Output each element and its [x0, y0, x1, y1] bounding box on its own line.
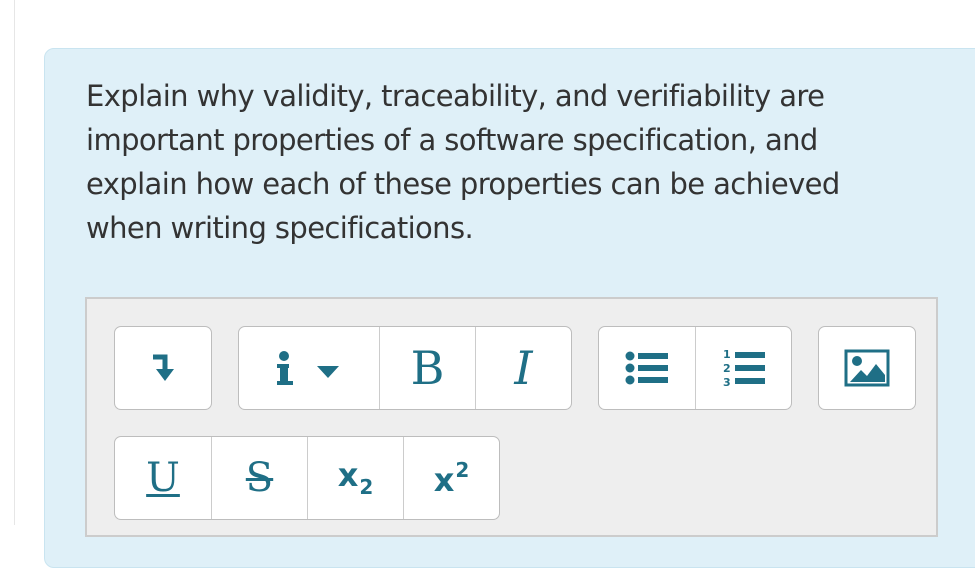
subscript-icon: x2 — [337, 456, 374, 499]
superscript-icon: x2 — [433, 458, 470, 499]
svg-text:3: 3 — [723, 376, 731, 389]
italic-icon: I — [514, 341, 533, 395]
numbered-list-icon: 1 2 3 — [723, 348, 765, 389]
toolbar-group-indent — [114, 326, 212, 410]
info-dropdown-icon — [277, 351, 339, 385]
bulleted-list-icon — [625, 351, 668, 385]
strikethrough-button[interactable]: S — [211, 437, 307, 519]
svg-text:1: 1 — [723, 348, 731, 361]
underline-icon: U — [146, 455, 180, 501]
underline-button[interactable]: U — [115, 437, 211, 519]
image-icon — [844, 349, 890, 387]
insert-image-button[interactable] — [819, 327, 915, 409]
svg-text:2: 2 — [723, 362, 731, 375]
strikethrough-icon: S — [245, 455, 274, 501]
question-text: Explain why validity, traceability, and … — [86, 79, 840, 245]
indent-arrow-icon — [153, 354, 174, 381]
subscript-button[interactable]: x2 — [307, 437, 403, 519]
indent-button[interactable] — [115, 327, 211, 409]
bold-button[interactable]: B — [379, 327, 475, 409]
left-divider — [14, 0, 15, 525]
bulleted-list-button[interactable] — [599, 327, 695, 409]
toolbar-group-media — [818, 326, 916, 410]
italic-button[interactable]: I — [475, 327, 571, 409]
info-dropdown-button[interactable] — [239, 327, 379, 409]
superscript-button[interactable]: x2 — [403, 437, 499, 519]
numbered-list-button[interactable]: 1 2 3 — [695, 327, 791, 409]
toolbar-group-format: B I — [238, 326, 572, 410]
toolbar-group-lists: 1 2 3 — [598, 326, 792, 410]
toolbar-group-text-style: U S x2 x2 — [114, 436, 500, 520]
bold-icon: B — [410, 341, 445, 395]
